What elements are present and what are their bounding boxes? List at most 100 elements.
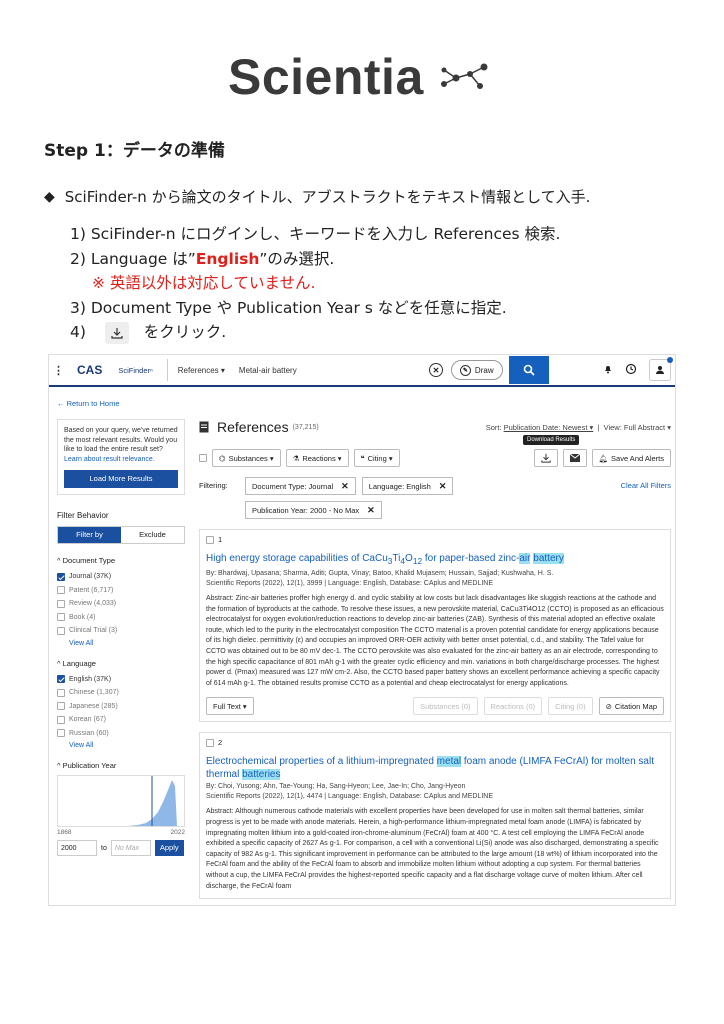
sort-select[interactable]: Publication Date: Newest ▾ bbox=[504, 423, 594, 432]
select-all-checkbox[interactable] bbox=[199, 454, 207, 462]
close-icon[interactable]: ✕ bbox=[341, 481, 349, 492]
language-header[interactable]: ^ Language bbox=[57, 659, 185, 668]
result-abstract: Abstract: Although numerous cathode mate… bbox=[206, 808, 659, 890]
checkbox[interactable] bbox=[57, 572, 65, 581]
checkbox[interactable] bbox=[57, 599, 65, 608]
clear-search-icon[interactable]: ✕ bbox=[428, 363, 443, 377]
facet-option[interactable]: Patent (6,717) bbox=[57, 584, 185, 598]
facet-option[interactable]: Chinese (1,307) bbox=[57, 686, 185, 700]
close-icon[interactable]: ✕ bbox=[367, 505, 375, 516]
checkbox[interactable] bbox=[57, 626, 65, 635]
download-icon bbox=[104, 321, 129, 344]
facet-option[interactable]: Review (4,033) bbox=[57, 597, 185, 611]
facet-label: Journal (37K) bbox=[69, 573, 112, 581]
checkbox[interactable] bbox=[57, 613, 65, 622]
result-title[interactable]: Electrochemical properties of a lithium-… bbox=[206, 755, 664, 781]
checkbox[interactable] bbox=[57, 702, 65, 711]
learn-more-link[interactable]: Learn about result relevance. bbox=[64, 455, 178, 465]
search-input[interactable]: Metal-air battery bbox=[239, 366, 429, 375]
substances-count-button[interactable]: Substances (0) bbox=[413, 697, 478, 716]
apply-button[interactable]: Apply bbox=[154, 840, 184, 856]
search-button[interactable] bbox=[508, 356, 549, 384]
citing-count-button[interactable]: Citing (0) bbox=[548, 697, 593, 716]
year-histogram[interactable] bbox=[57, 775, 185, 827]
year-from-input[interactable]: 2000 bbox=[57, 840, 97, 856]
title-highlight: metal bbox=[436, 756, 462, 768]
result-title[interactable]: High energy storage capabilities of CaCu… bbox=[206, 552, 664, 568]
citing-button[interactable]: ❝ Citing ▾ bbox=[353, 449, 400, 467]
checkbox[interactable] bbox=[57, 586, 65, 595]
exclude-button[interactable]: Exclude bbox=[121, 527, 184, 543]
bullet-text: SciFinder-n から論文のタイトル、アブストラクトをテキスト情報として入… bbox=[64, 188, 591, 206]
year-axis-end: 2022 bbox=[170, 829, 185, 836]
relevance-box: Based on your query, we've returned the … bbox=[57, 419, 185, 495]
close-icon[interactable]: ✕ bbox=[439, 481, 447, 492]
facet-label: Korean (67) bbox=[69, 716, 106, 724]
email-button[interactable] bbox=[562, 449, 587, 467]
return-home-link[interactable]: ← Return to Home bbox=[57, 399, 120, 408]
publication-year-header[interactable]: ^ Publication Year bbox=[57, 761, 185, 770]
facet-option[interactable]: Clinical Trial (3) bbox=[57, 624, 185, 638]
document-type-facet: ^ Document Type Journal (37K) Patent (6,… bbox=[57, 556, 185, 647]
facet-option[interactable]: English (37K) bbox=[57, 673, 185, 687]
facet-label: Patent (6,717) bbox=[69, 586, 114, 594]
result-authors: By: Bhardwaj, Upasana; Sharma, Aditi; Gu… bbox=[206, 570, 554, 577]
result-authors: By: Choi, Yusong; Ahn, Tae-Young; Ha, Sa… bbox=[206, 783, 466, 791]
year-to-input[interactable]: No Max bbox=[110, 840, 151, 856]
view-all-link[interactable]: View All bbox=[57, 640, 185, 647]
menu-icon[interactable]: ⋮ bbox=[53, 364, 64, 377]
reactions-button[interactable]: ⚗ Reactions ▾ bbox=[285, 449, 349, 467]
checkbox[interactable] bbox=[57, 715, 65, 724]
filter-sidebar: Based on your query, we've returned the … bbox=[57, 419, 185, 856]
citation-map-button[interactable]: ⊘ Citation Map bbox=[598, 697, 664, 716]
filter-chip[interactable]: Publication Year: 2000 - No Max ✕ bbox=[245, 501, 382, 519]
top-icons bbox=[603, 357, 673, 381]
year-range: 2000 to No Max Apply bbox=[57, 840, 185, 856]
checkbox[interactable] bbox=[57, 688, 65, 697]
save-alerts-button[interactable]: 🔔︎ Save And Alerts bbox=[591, 449, 671, 467]
clear-all-filters-link[interactable]: Clear All Filters bbox=[621, 477, 671, 490]
filter-by-button[interactable]: Filter by bbox=[58, 527, 121, 543]
result-source: Scientific Reports (2022), 12(1), 4474 |… bbox=[206, 793, 494, 801]
filter-chip[interactable]: Document Type: Journal ✕ bbox=[245, 477, 356, 495]
title-part: High energy storage capabilities of CaCu bbox=[206, 553, 388, 564]
substances-button[interactable]: ⌬ Substances ▾ bbox=[212, 449, 281, 467]
user-icon[interactable] bbox=[649, 357, 673, 381]
app-topbar: ⋮ CAS SciFinderⁿ References ▾ Metal-air … bbox=[49, 355, 675, 387]
cas-logo[interactable]: CAS bbox=[77, 363, 102, 377]
search-type-select[interactable]: References ▾ bbox=[178, 366, 225, 375]
checkbox[interactable] bbox=[57, 675, 65, 684]
document-type-header[interactable]: ^ Document Type bbox=[57, 556, 185, 565]
facet-option[interactable]: Russian (60) bbox=[57, 727, 185, 741]
reactions-count-button[interactable]: Reactions (0) bbox=[483, 697, 543, 716]
facet-option[interactable]: Book (4) bbox=[57, 611, 185, 625]
facet-option[interactable]: Journal (37K) bbox=[57, 570, 185, 584]
logo-text: Scientia bbox=[228, 49, 424, 105]
chip-label: Publication Year: 2000 - No Max bbox=[252, 505, 360, 515]
filter-chip[interactable]: Language: English ✕ bbox=[361, 477, 454, 495]
year-histogram-bars bbox=[58, 776, 177, 826]
download-button[interactable] bbox=[533, 449, 558, 467]
view-all-link[interactable]: View All bbox=[57, 742, 185, 749]
title-part: for paper-based zinc- bbox=[422, 553, 520, 564]
result-index: 1 bbox=[218, 535, 223, 544]
load-more-button[interactable]: Load More Results bbox=[64, 470, 178, 488]
draw-button[interactable]: ✎ Draw bbox=[450, 360, 503, 380]
full-text-button[interactable]: Full Text ▾ bbox=[206, 697, 254, 716]
result-checkbox[interactable] bbox=[206, 738, 214, 747]
sort-control[interactable]: Sort: Publication Date: Newest ▾ | View:… bbox=[486, 423, 671, 432]
facet-option[interactable]: Japanese (285) bbox=[57, 700, 185, 714]
step-4-num: 4) bbox=[70, 323, 86, 341]
result-card: 1 High energy storage capabilities of Ca… bbox=[199, 529, 671, 723]
result-actions: Full Text ▾ Substances (0) Reactions (0)… bbox=[206, 697, 664, 716]
checkbox[interactable] bbox=[57, 729, 65, 738]
bell-icon[interactable] bbox=[603, 364, 613, 376]
title-highlight: batteries bbox=[242, 769, 281, 781]
facet-option[interactable]: Korean (67) bbox=[57, 713, 185, 727]
chip-label: Language: English bbox=[368, 481, 431, 491]
view-select[interactable]: Full Abstract ▾ bbox=[624, 423, 671, 432]
year-axis-start: 1868 bbox=[57, 829, 72, 836]
history-icon[interactable] bbox=[625, 363, 637, 377]
result-checkbox[interactable] bbox=[206, 535, 214, 544]
filtering-label: Filtering: bbox=[199, 481, 228, 490]
